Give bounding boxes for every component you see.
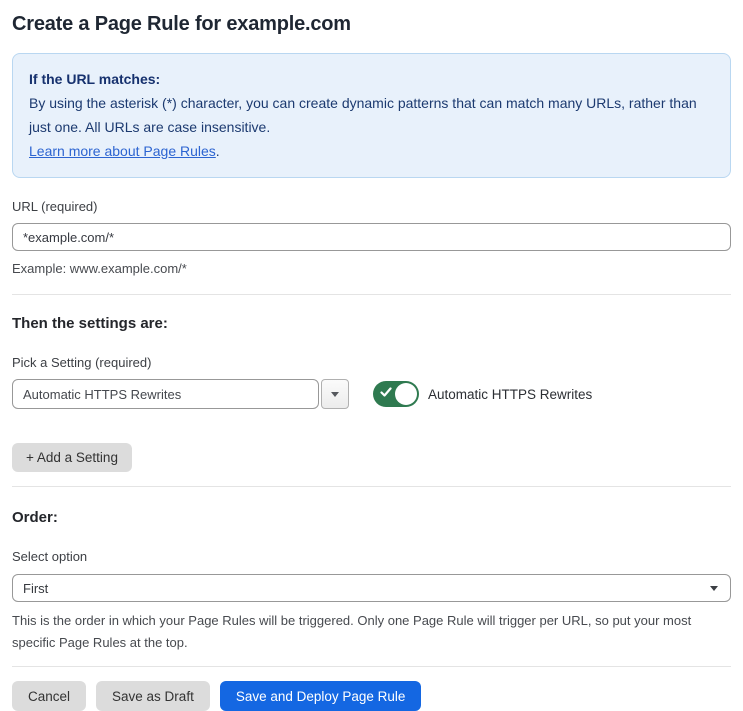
divider	[12, 666, 731, 667]
settings-section-heading: Then the settings are:	[12, 315, 168, 332]
check-icon	[380, 387, 392, 397]
create-page-rule-form: Create a Page Rule for example.com If th…	[0, 0, 743, 711]
setting-toggle[interactable]	[373, 381, 419, 407]
setting-row: Automatic HTTPS Rewrites Automatic HTTPS…	[12, 379, 731, 409]
learn-more-link[interactable]: Learn more about Page Rules	[29, 143, 216, 159]
setting-select-value: Automatic HTTPS Rewrites	[23, 386, 182, 402]
order-select-label: Select option	[12, 549, 88, 564]
setting-picker-label: Pick a Setting (required)	[12, 355, 152, 370]
url-field-label: URL (required)	[12, 199, 98, 214]
divider	[12, 486, 731, 487]
add-setting-button[interactable]: + Add a Setting	[12, 443, 132, 472]
setting-select[interactable]: Automatic HTTPS Rewrites	[12, 379, 319, 409]
chevron-down-icon	[331, 391, 339, 397]
info-box-body: By using the asterisk (*) character, you…	[29, 95, 697, 135]
url-input[interactable]	[12, 223, 731, 251]
toggle-setting-label: Automatic HTTPS Rewrites	[428, 386, 593, 402]
url-match-info-box: If the URL matches: By using the asteris…	[12, 53, 731, 178]
order-helper-text: This is the order in which your Page Rul…	[12, 613, 692, 650]
info-box-heading: If the URL matches:	[29, 71, 161, 87]
divider	[12, 294, 731, 295]
url-example-helper: Example: www.example.com/*	[12, 261, 187, 276]
link-suffix: .	[215, 143, 220, 159]
order-select-value: First	[23, 580, 49, 596]
setting-select-arrow-button[interactable]	[321, 379, 349, 409]
toggle-knob	[395, 383, 417, 405]
chevron-down-icon	[710, 586, 718, 591]
order-section-heading: Order:	[12, 509, 58, 526]
info-box-link-line: Learn more about Page Rules.	[29, 139, 714, 163]
order-select[interactable]: First	[12, 574, 731, 602]
page-title: Create a Page Rule for example.com	[12, 13, 351, 35]
